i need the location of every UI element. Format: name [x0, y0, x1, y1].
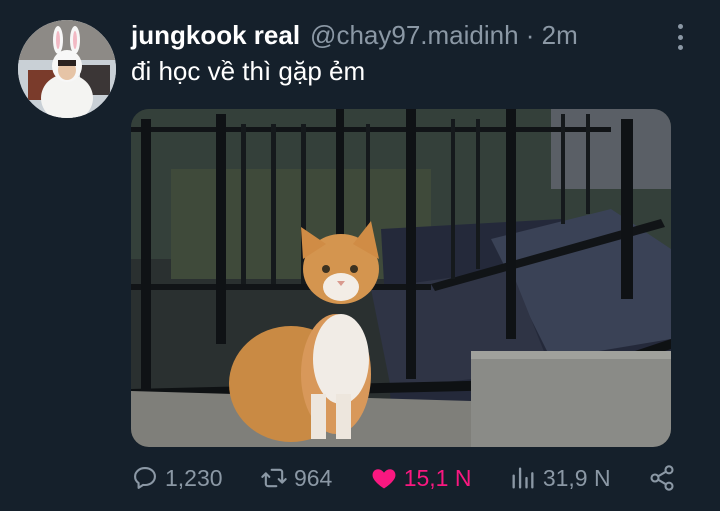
profile-avatar-image	[18, 20, 116, 118]
retweet-count: 964	[293, 464, 333, 491]
retweet-button[interactable]: 964	[260, 464, 332, 492]
like-button[interactable]: 15,1 N	[370, 464, 472, 492]
tweet-header: jungkook real @chay97.maidinh · 2m	[131, 20, 578, 54]
display-name[interactable]: jungkook real	[131, 20, 300, 51]
more-options-icon[interactable]	[668, 24, 692, 50]
like-count: 15,1 N	[403, 464, 472, 491]
tweet-actions: 1,230 964 15,1 N 31,9 N	[131, 456, 676, 500]
reply-button[interactable]: 1,230	[131, 464, 223, 492]
tweet-text: đi học về thì gặp ẻm	[131, 56, 366, 86]
views-button[interactable]: 31,9 N	[509, 464, 611, 492]
heart-icon	[372, 469, 396, 489]
reply-icon	[134, 467, 156, 489]
avatar[interactable]	[18, 20, 116, 118]
handle-and-time[interactable]: @chay97.maidinh · 2m	[310, 20, 578, 51]
share-icon	[650, 465, 674, 491]
tweet-media[interactable]	[131, 109, 671, 447]
analytics-icon	[512, 467, 534, 489]
cat-photo	[131, 109, 671, 447]
retweet-icon	[261, 468, 287, 488]
view-count: 31,9 N	[542, 464, 611, 491]
share-button[interactable]	[648, 464, 676, 492]
reply-count: 1,230	[165, 464, 223, 491]
